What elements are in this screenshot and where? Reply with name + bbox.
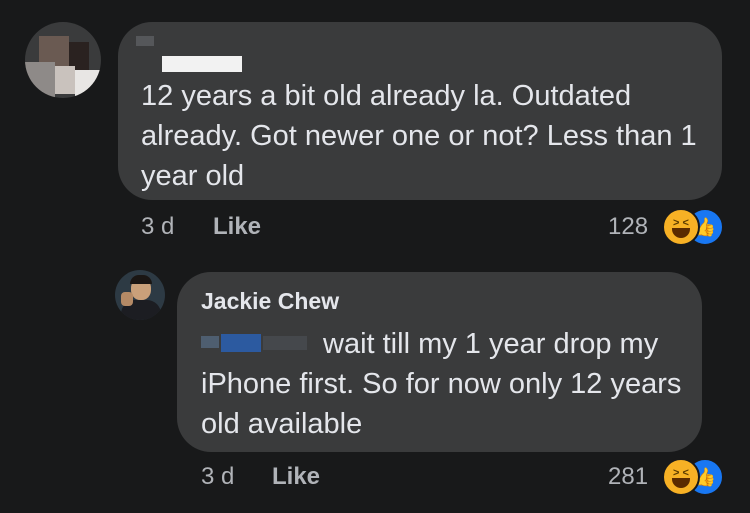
- reply-like-button[interactable]: Like: [272, 463, 320, 491]
- reply-text: wait till my 1 year drop my iPhone first…: [201, 328, 682, 440]
- reply-reactions[interactable]: > < 👍: [662, 458, 724, 496]
- redacted-commenter-name[interactable]: [162, 56, 242, 72]
- reply-reaction-count[interactable]: 281: [608, 463, 648, 491]
- reply-text-block: wait till my 1 year drop my iPhone first…: [201, 324, 691, 444]
- comment-reactions[interactable]: > < 👍: [662, 208, 724, 246]
- comment-reaction-count[interactable]: 128: [608, 213, 648, 241]
- avatar-hair: [130, 275, 152, 284]
- avatar-pixel: [75, 70, 101, 98]
- reply-author-avatar[interactable]: [115, 270, 165, 320]
- comment-thread: 12 years a bit old already la. Outdated …: [0, 0, 750, 513]
- avatar-pixel: [25, 62, 55, 98]
- comment-like-button[interactable]: Like: [213, 213, 261, 241]
- reply-author-name[interactable]: Jackie Chew: [201, 288, 339, 315]
- haha-icon: > <: [662, 208, 700, 246]
- comment-text: 12 years a bit old already la. Outdated …: [141, 80, 697, 192]
- redacted-name-fragment: [136, 36, 154, 46]
- avatar-pixel: [53, 66, 75, 94]
- comment-timestamp[interactable]: 3 d: [141, 213, 174, 241]
- avatar-hand: [121, 292, 133, 306]
- haha-icon: > <: [662, 458, 700, 496]
- reply-timestamp[interactable]: 3 d: [201, 463, 234, 491]
- commenter-avatar[interactable]: [25, 22, 101, 98]
